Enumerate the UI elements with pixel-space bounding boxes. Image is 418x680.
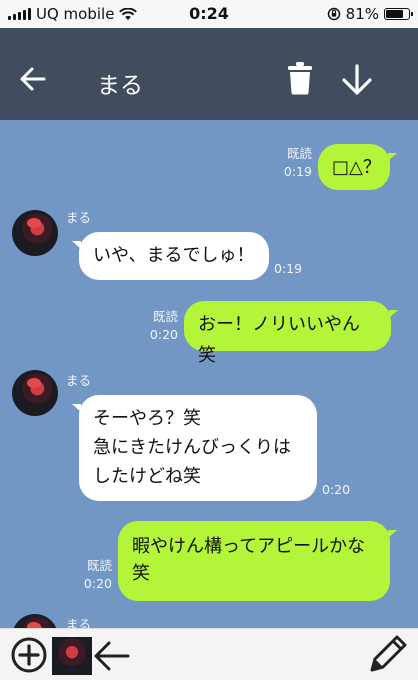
add-circle-icon[interactable]	[10, 636, 48, 674]
avatar[interactable]	[12, 370, 58, 416]
chat-header: まる	[0, 28, 418, 120]
sender-name: まる	[66, 617, 92, 628]
message-list[interactable]: 既読 0:19 □△？ まる いや、まるでしゅ！ 0:19 既読 0:20 おー…	[0, 120, 418, 628]
message-bubble-sent[interactable]: おー！ノリいいやん笑	[184, 301, 398, 366]
status-right: 81%	[327, 5, 413, 23]
trash-icon[interactable]	[286, 61, 314, 95]
back-arrow-icon[interactable]	[18, 64, 48, 94]
message-bubble-received[interactable]: いや、まるでしゅ！	[72, 232, 269, 280]
battery-icon	[384, 8, 413, 20]
read-receipt: 既読 0:20	[83, 558, 112, 591]
avatar[interactable]	[52, 637, 92, 675]
left-arrow-icon[interactable]	[92, 639, 130, 673]
read-receipt: 既読 0:19	[283, 146, 312, 179]
status-bar: UQ mobile 0:24 81%	[0, 0, 418, 28]
pencil-icon[interactable]	[366, 632, 410, 676]
avatar[interactable]	[12, 614, 58, 628]
sender-name: まる	[66, 210, 92, 225]
message-time: 0:20	[322, 482, 351, 497]
battery-percent: 81%	[345, 5, 379, 23]
message-time: 0:19	[274, 261, 303, 276]
message-bubble-sent[interactable]: □△？	[318, 144, 397, 190]
avatar[interactable]	[12, 210, 58, 256]
contact-name: まる	[97, 73, 143, 99]
orientation-lock-icon	[327, 7, 340, 21]
message-bubble-received[interactable]: そーやろ？笑 急にきたけんびっくりは したけどね笑	[72, 395, 317, 501]
sender-name: まる	[66, 373, 92, 388]
message-bubble-sent[interactable]: 暇やけん構ってアピールかな 笑	[118, 521, 397, 601]
read-receipt: 既読 0:20	[149, 309, 178, 342]
bottom-toolbar	[0, 628, 418, 680]
down-arrow-icon[interactable]	[340, 63, 374, 97]
